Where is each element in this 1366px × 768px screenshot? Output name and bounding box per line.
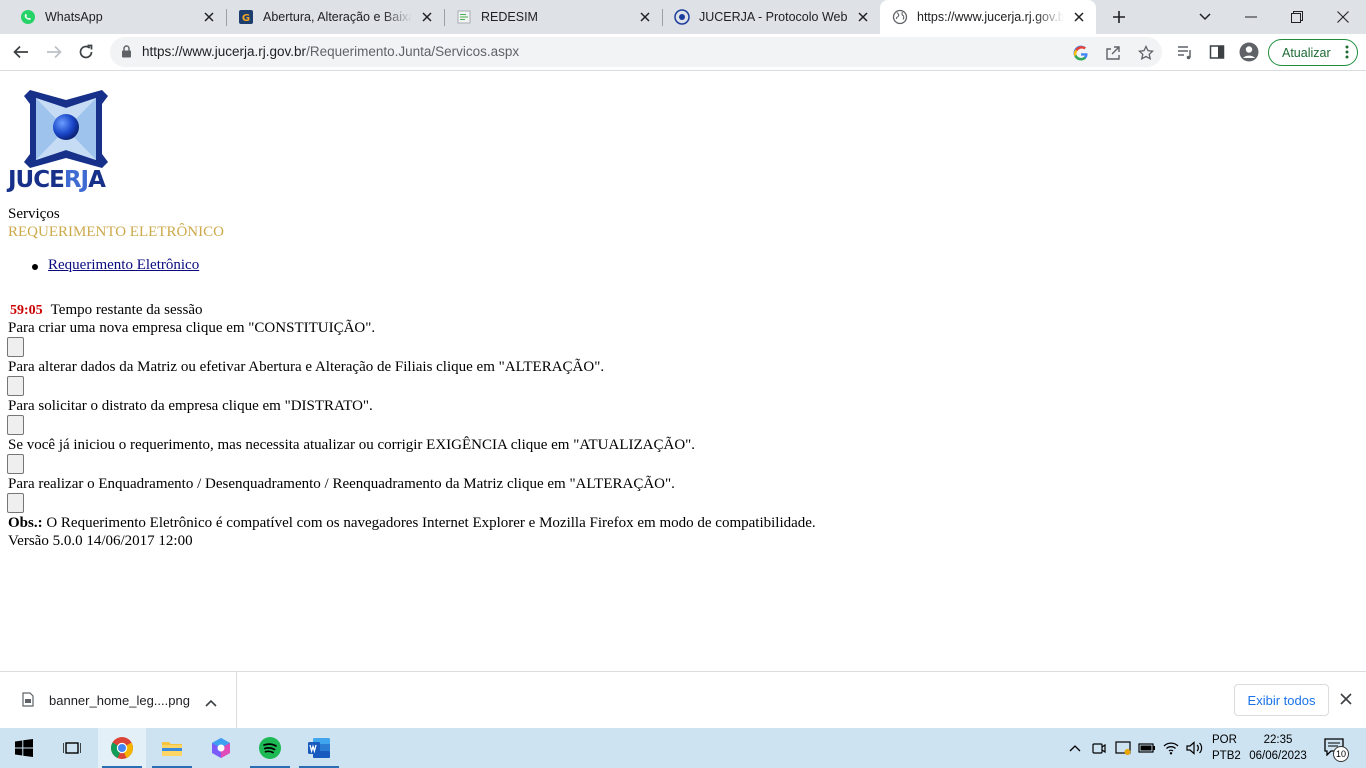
tab-title: https://www.jucerja.rj.gov.br/	[917, 10, 1064, 24]
instruction-constituicao: Para criar uma nova empresa clique em "C…	[8, 320, 376, 336]
profile-avatar-icon[interactable]	[1237, 40, 1261, 64]
file-explorer-icon[interactable]	[148, 728, 196, 768]
logo-wordmark: JUCERJA	[8, 167, 106, 193]
browser-toolbar: https://www.jucerja.rj.gov.br/Requerimen…	[0, 34, 1366, 71]
google-lens-icon[interactable]	[1071, 43, 1091, 63]
obs-label: Obs.:	[8, 515, 43, 531]
session-label: Tempo restante da sessão	[50, 302, 203, 318]
input-language-indicator[interactable]: POR PTB2	[1212, 732, 1241, 764]
session-line: 59:05 Tempo restante da sessão	[8, 301, 203, 320]
version-text: Versão 5.0.0 14/06/2017 12:00	[8, 533, 193, 549]
forward-arrow-icon[interactable]	[42, 40, 66, 64]
spotify-icon[interactable]	[246, 728, 294, 768]
copilot-app-icon[interactable]	[197, 728, 245, 768]
logo-text-part: JUCE	[8, 167, 65, 193]
update-browser-button[interactable]: Atualizar	[1268, 39, 1358, 66]
task-view-icon[interactable]	[48, 728, 96, 768]
close-tab-icon[interactable]	[1070, 8, 1088, 26]
reload-icon[interactable]	[74, 40, 98, 64]
tab-strip: WhatsApp G Abertura, Alteração e Baixa d…	[0, 0, 1366, 34]
alteracao-button[interactable]	[7, 376, 24, 396]
logo-text-part: A	[88, 167, 106, 193]
tab-abertura[interactable]: G Abertura, Alteração e Baixa de	[226, 0, 444, 34]
windows-start-icon[interactable]	[0, 728, 48, 768]
tab-jucerja-protocolo[interactable]: JUCERJA - Protocolo Web	[662, 0, 880, 34]
tab-title: Abertura, Alteração e Baixa de	[263, 10, 412, 24]
obs-note: Obs.: O Requerimento Eletrônico é compat…	[8, 514, 816, 532]
instruction-atualizacao: Se você já iniciou o requerimento, mas n…	[8, 437, 696, 453]
globe-icon	[892, 9, 908, 25]
screen-capture-icon[interactable]	[1114, 739, 1132, 757]
close-download-bar-icon[interactable]	[1339, 692, 1353, 711]
wifi-icon[interactable]	[1162, 739, 1180, 757]
tab-search-chevron-icon[interactable]	[1193, 5, 1217, 29]
gov-g-icon: G	[238, 9, 254, 25]
instruction-alteracao: Para alterar dados da Matriz ou efetivar…	[8, 359, 605, 375]
restore-window-icon[interactable]	[1285, 5, 1309, 29]
update-label: Atualizar	[1282, 45, 1331, 60]
url-path: /Requerimento.Junta/Servicos.aspx	[306, 44, 520, 59]
lock-icon[interactable]	[121, 45, 132, 63]
file-icon	[22, 692, 34, 712]
instruction-distrato: Para solicitar o distrato da empresa cli…	[8, 398, 373, 414]
language-code: POR	[1212, 734, 1237, 746]
new-tab-button[interactable]	[1107, 5, 1131, 29]
tab-redesim[interactable]: REDESIM	[444, 0, 662, 34]
meet-now-icon[interactable]	[1090, 739, 1108, 757]
close-tab-icon[interactable]	[854, 8, 872, 26]
requerimento-eletronico-link[interactable]: Requerimento Eletrônico	[48, 257, 199, 274]
chevron-up-icon[interactable]	[205, 694, 217, 712]
url-host: https://www.jucerja.rj.gov.br	[142, 44, 307, 59]
notification-count-badge: 10	[1333, 746, 1349, 762]
word-icon[interactable]	[295, 728, 343, 768]
logo-text-part: RJ	[63, 167, 89, 193]
clock-date: 06/06/2023	[1249, 750, 1307, 762]
services-label: Serviços	[8, 206, 60, 222]
show-all-downloads-button[interactable]: Exibir todos	[1234, 684, 1329, 716]
tab-title: REDESIM	[481, 10, 538, 24]
instruction-enquadramento: Para realizar o Enquadramento / Desenqua…	[8, 476, 675, 492]
system-clock[interactable]: 22:35 06/06/2023	[1246, 732, 1310, 764]
enquadramento-alteracao-button[interactable]	[7, 493, 24, 513]
volume-icon[interactable]	[1186, 739, 1204, 757]
back-arrow-icon[interactable]	[9, 40, 33, 64]
more-menu-icon[interactable]	[1345, 44, 1349, 63]
chrome-taskbar-icon[interactable]	[98, 728, 146, 768]
whatsapp-icon	[20, 9, 36, 25]
minimize-window-icon[interactable]	[1239, 5, 1263, 29]
tab-whatsapp[interactable]: WhatsApp	[8, 0, 226, 34]
side-panel-icon[interactable]	[1205, 40, 1229, 64]
download-item[interactable]: banner_home_leg....png	[0, 672, 237, 728]
session-timer: 59:05	[10, 303, 43, 318]
jucerja-icon	[674, 9, 690, 25]
clock-time: 22:35	[1263, 734, 1293, 746]
show-hidden-icons-chevron-icon[interactable]	[1066, 739, 1084, 757]
atualizacao-button[interactable]	[7, 454, 24, 474]
close-tab-icon[interactable]	[200, 8, 218, 26]
redesim-icon	[456, 9, 472, 25]
section-title: REQUERIMENTO ELETRÔNICO	[8, 224, 224, 240]
battery-icon[interactable]	[1138, 739, 1156, 757]
url-text[interactable]: https://www.jucerja.rj.gov.br/Requerimen…	[142, 44, 519, 59]
bookmark-star-icon[interactable]	[1136, 43, 1156, 63]
distrato-button[interactable]	[7, 415, 24, 435]
obs-text: O Requerimento Eletrônico é compatível c…	[42, 515, 816, 531]
page-content: JUCERJA Serviços REQUERIMENTO ELETRÔNICO…	[0, 71, 1366, 671]
close-tab-icon[interactable]	[418, 8, 436, 26]
tab-title: JUCERJA - Protocolo Web	[699, 10, 848, 24]
constituicao-button[interactable]	[7, 337, 24, 357]
keyboard-layout: PTB2	[1212, 750, 1241, 762]
download-file-name: banner_home_leg....png	[49, 693, 190, 708]
share-icon[interactable]	[1103, 43, 1123, 63]
close-window-icon[interactable]	[1331, 5, 1355, 29]
address-bar[interactable]: https://www.jucerja.rj.gov.br/Requerimen…	[110, 37, 1162, 67]
svg-text:G: G	[242, 13, 250, 24]
windows-taskbar: POR PTB2 22:35 06/06/2023 10	[0, 728, 1366, 768]
tab-jucerja-active[interactable]: https://www.jucerja.rj.gov.br/	[880, 0, 1096, 34]
download-bar: banner_home_leg....png Exibir todos	[0, 671, 1366, 728]
list-bullet	[32, 264, 38, 270]
close-tab-icon[interactable]	[636, 8, 654, 26]
media-queue-icon[interactable]	[1173, 40, 1197, 64]
tab-title: WhatsApp	[45, 10, 103, 24]
